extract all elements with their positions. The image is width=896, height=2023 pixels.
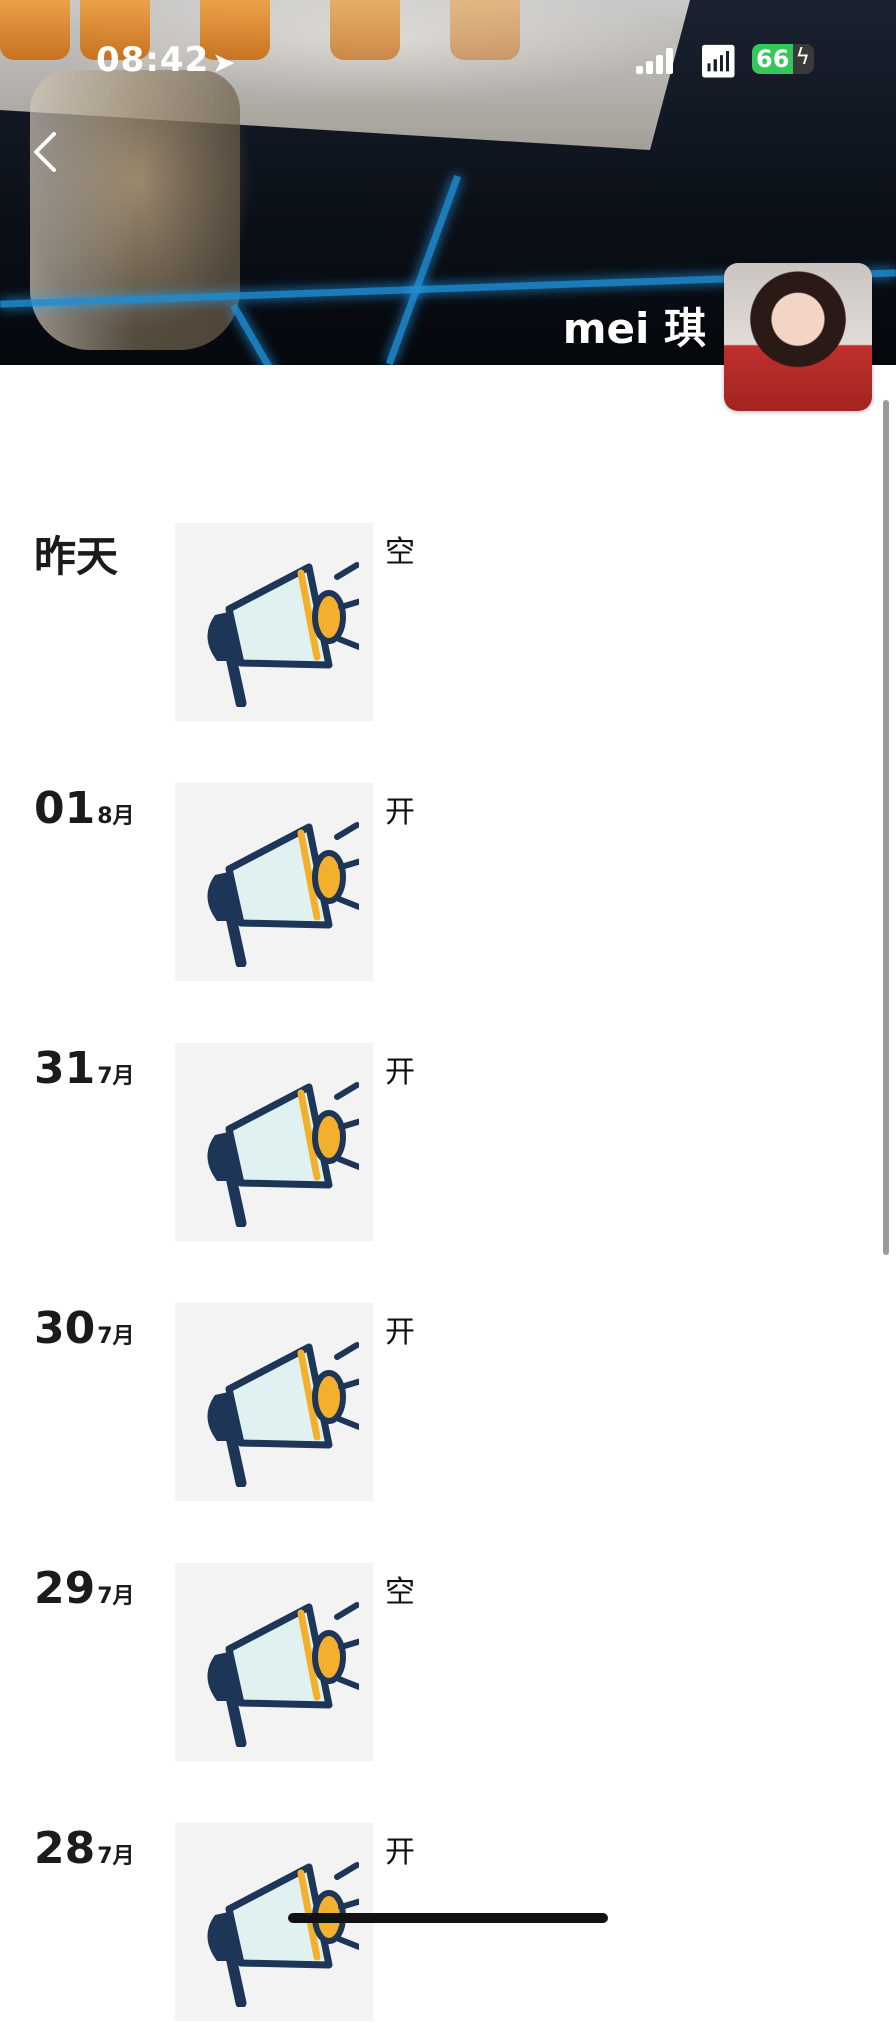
post-image[interactable] bbox=[175, 1043, 373, 1241]
post-caption: 开 bbox=[385, 1835, 415, 1870]
megaphone-icon bbox=[207, 1602, 359, 1747]
megaphone-icon bbox=[207, 562, 359, 707]
back-button[interactable] bbox=[30, 130, 70, 180]
status-time: 08:42 bbox=[96, 40, 210, 80]
location-arrow-icon: ➤ bbox=[212, 46, 236, 79]
battery-icon: 66 ϟ bbox=[752, 44, 814, 74]
post-day: 29 bbox=[34, 1563, 96, 1614]
post-caption: 开 bbox=[385, 795, 415, 830]
post-day: 31 bbox=[34, 1043, 96, 1094]
post-caption: 开 bbox=[385, 1055, 415, 1090]
battery-percent: 66 bbox=[756, 45, 790, 73]
post-date: 297月 bbox=[34, 1563, 135, 1614]
post-image[interactable] bbox=[175, 1563, 373, 1761]
post-entry[interactable]: 317月 开 bbox=[0, 1043, 896, 1243]
post-month: 7月 bbox=[97, 1324, 135, 1349]
post-entry[interactable]: 297月 空 bbox=[0, 1563, 896, 1763]
post-month: 7月 bbox=[97, 1064, 135, 1089]
avatar[interactable] bbox=[724, 263, 872, 411]
post-image[interactable] bbox=[175, 523, 373, 721]
megaphone-icon bbox=[207, 822, 359, 967]
post-month: 7月 bbox=[97, 1844, 135, 1869]
post-date: 317月 bbox=[34, 1043, 135, 1094]
megaphone-icon bbox=[207, 1082, 359, 1227]
profile-name: mei 琪 bbox=[562, 304, 706, 353]
chevron-left-icon bbox=[34, 132, 56, 172]
post-day: 昨天 bbox=[34, 532, 119, 581]
post-caption: 空 bbox=[385, 535, 415, 570]
megaphone-icon bbox=[207, 1342, 359, 1487]
post-date: 昨天 bbox=[34, 523, 118, 584]
home-indicator[interactable] bbox=[288, 1913, 608, 1923]
post-month: 7月 bbox=[97, 1584, 135, 1609]
post-entry[interactable]: 307月 开 bbox=[0, 1303, 896, 1503]
charging-bolt-icon: ϟ bbox=[795, 45, 810, 70]
post-date: 307月 bbox=[34, 1303, 135, 1354]
post-caption: 开 bbox=[385, 1315, 415, 1350]
post-day: 01 bbox=[34, 783, 96, 834]
post-entry[interactable]: 287月 开 bbox=[0, 1823, 896, 2023]
post-date: 287月 bbox=[34, 1823, 135, 1874]
wifi-icon: 📶︎ bbox=[698, 42, 739, 80]
post-image[interactable] bbox=[175, 1303, 373, 1501]
post-entry[interactable]: 昨天 空 bbox=[0, 523, 896, 723]
cellular-signal-icon bbox=[636, 48, 676, 74]
post-day: 28 bbox=[34, 1823, 96, 1874]
post-date: 018月 bbox=[34, 783, 135, 834]
cover-light-beam bbox=[386, 174, 461, 365]
cover-light-beam bbox=[230, 303, 277, 365]
post-caption: 空 bbox=[385, 1575, 415, 1610]
status-bar: 08:42 ➤ 📶︎ 66 ϟ bbox=[0, 0, 896, 120]
post-entry[interactable]: 018月 开 bbox=[0, 783, 896, 983]
post-day: 30 bbox=[34, 1303, 96, 1354]
post-image[interactable] bbox=[175, 783, 373, 981]
post-month: 8月 bbox=[97, 804, 135, 829]
